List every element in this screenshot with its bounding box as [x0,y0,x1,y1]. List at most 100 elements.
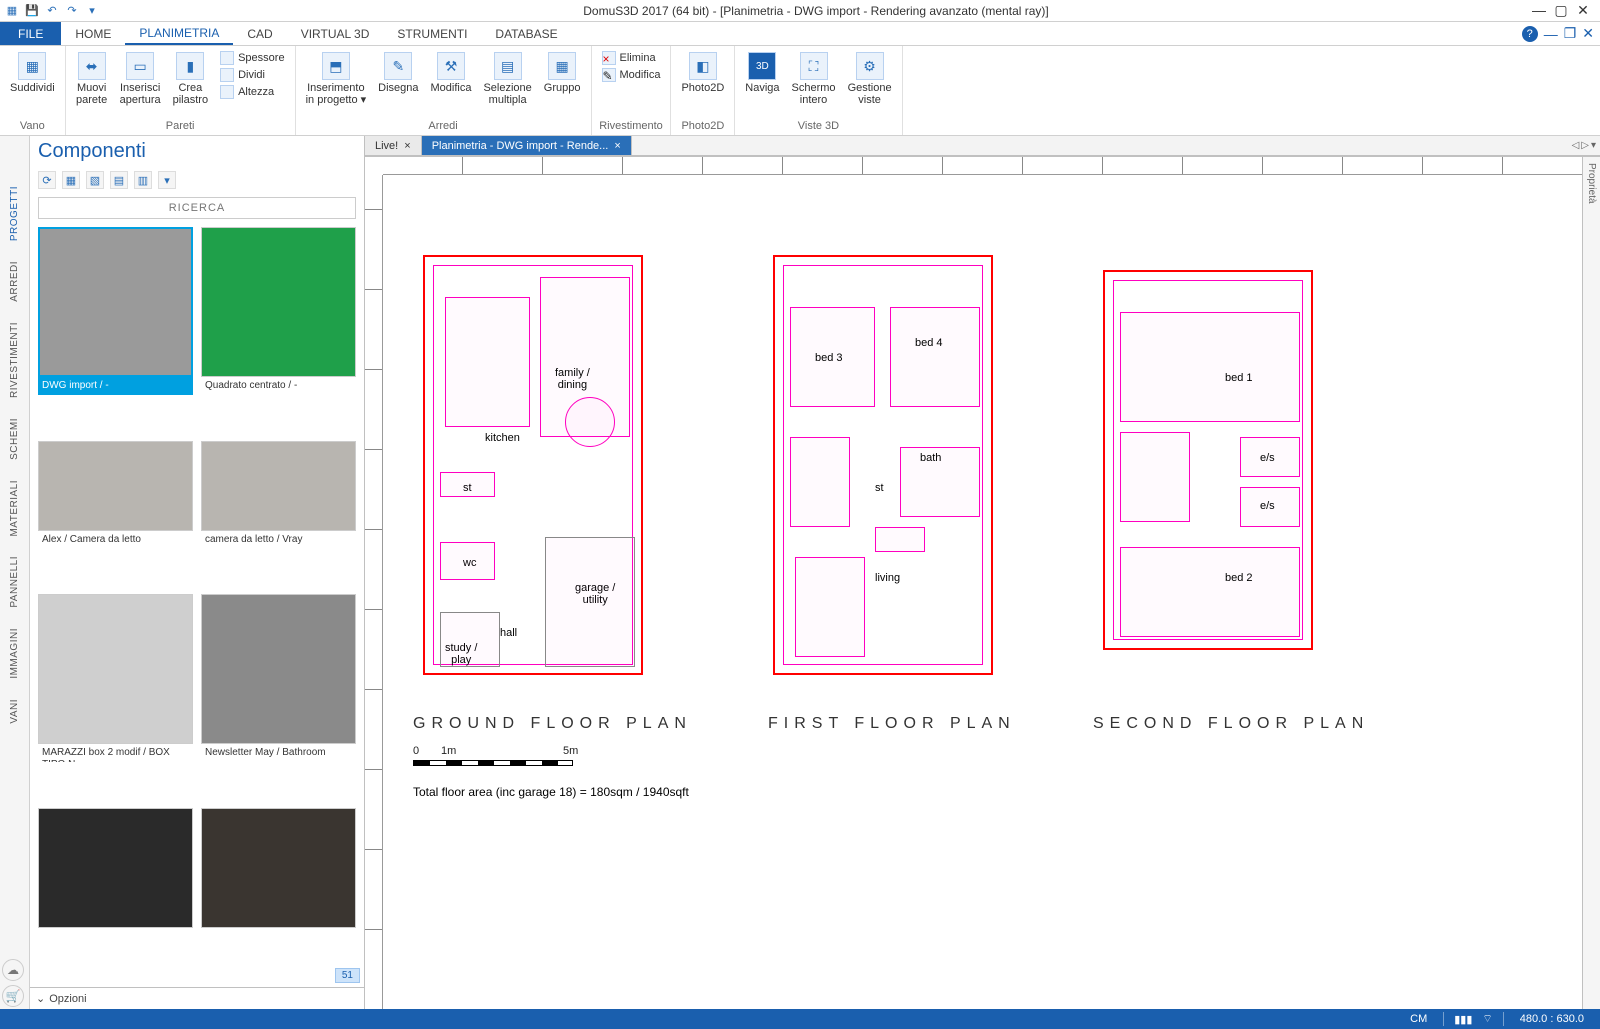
room-label: st [875,482,884,494]
ground-floor-plan[interactable]: kitchen family / dining st wc hall study… [423,255,643,675]
ct-icon-3[interactable]: ▧ [86,171,104,189]
sidebar-tab-immagini[interactable]: IMMAGINI [9,618,20,689]
mdi-close-icon[interactable]: ✕ [1582,25,1594,42]
status-unit[interactable]: CM [1404,1013,1433,1025]
close-icon[interactable]: × [404,140,410,152]
sidebar-tab-pannelli[interactable]: PANNELLI [9,546,20,618]
tab-database[interactable]: DATABASE [481,22,571,45]
ribbon-group-viste3d: 3DNaviga ⛶Schermo intero ⚙Gestione viste… [735,46,902,135]
spessore-button[interactable]: Spessore [216,50,288,66]
component-item[interactable]: MARAZZI box 2 modif / BOX TIPO N [38,594,193,800]
naviga-button[interactable]: 3DNaviga [741,50,783,96]
altezza-button[interactable]: Altezza [216,84,288,100]
minimize-button[interactable]: — [1532,2,1546,19]
mdi-restore-icon[interactable]: ❐ [1564,25,1577,42]
scale-label-0: 0 [413,745,419,757]
component-count-badge: 51 [335,968,360,983]
redo-icon[interactable]: ↷ [64,3,80,19]
component-item[interactable]: Alex / Camera da letto [38,441,193,587]
wifi-icon: ⌔ [1482,1012,1492,1026]
modifica-riv-button[interactable]: ✎Modifica [598,67,665,83]
component-item[interactable]: DWG import / - [38,227,193,433]
quick-access-toolbar: ▦ 💾 ↶ ↷ ▾ [4,3,100,19]
tab-menu-icon[interactable]: ▾ [1591,140,1596,151]
sidebar-tab-vani[interactable]: VANI [9,689,20,734]
first-floor-plan[interactable]: bed 3 bed 4 bath st living [773,255,993,675]
battery-icon: ▮▮▮ [1454,1013,1472,1026]
photo2d-button[interactable]: ◧Photo2D [677,50,728,96]
tab-virtual3d[interactable]: VIRTUAL 3D [287,22,384,45]
inserimento-button[interactable]: ⬒Inserimento in progetto ▾ [302,50,371,108]
room-label: bath [920,452,941,464]
inserisci-apertura-button[interactable]: ▭Inserisci apertura [116,50,165,108]
right-strip-label: Proprietà [1586,163,1597,204]
ribbon: ▦Suddividi Vano ⬌Muovi parete ▭Inserisci… [0,46,1600,136]
close-button[interactable]: ✕ [1576,2,1590,19]
sidebar-tab-rivestimenti[interactable]: RIVESTIMENTI [9,312,20,408]
elimina-button[interactable]: ×Elimina [598,50,665,66]
sidebar-tab-schemi[interactable]: SCHEMI [9,408,20,470]
tab-strumenti[interactable]: STRUMENTI [383,22,481,45]
gruppo-button[interactable]: ▦Gruppo [540,50,585,96]
qat-dropdown-icon[interactable]: ▾ [84,3,100,19]
ribbon-group-arredi: ⬒Inserimento in progetto ▾ ✎Disegna ⚒Mod… [296,46,592,135]
opzioni-bar[interactable]: ⌄ Opzioni [30,987,364,1009]
component-item[interactable]: Quadrato centrato / - [201,227,356,433]
ribbon-group-arredi-label: Arredi [302,119,585,133]
room-label: family / dining [555,367,590,391]
crea-pilastro-button[interactable]: ▮Crea pilastro [169,50,212,108]
tab-home[interactable]: HOME [61,22,125,45]
doc-tab-live[interactable]: Live!× [365,136,422,155]
help-icon[interactable]: ? [1522,26,1538,42]
modifica-button[interactable]: ⚒Modifica [427,50,476,96]
search-input[interactable] [38,197,356,219]
cart-icon[interactable]: 🛒 [2,985,24,1007]
components-grid[interactable]: DWG import / - Quadrato centrato / - Ale… [30,223,364,987]
sidebar-tab-arredi[interactable]: ARREDI [9,251,20,312]
doc-tab-planimetria[interactable]: Planimetria - DWG import - Rende...× [422,136,632,155]
close-icon[interactable]: × [614,140,620,152]
title-bar: ▦ 💾 ↶ ↷ ▾ DomuS3D 2017 (64 bit) - [Plani… [0,0,1600,22]
floor-title: GROUND FLOOR PLAN [413,715,692,733]
ruler-horizontal [383,157,1600,175]
dividi-button[interactable]: Dividi [216,67,288,83]
maximize-button[interactable]: ▢ [1554,2,1568,19]
mdi-minimize-icon[interactable]: — [1544,26,1558,42]
room-label: hall [500,627,517,639]
ct-icon-5[interactable]: ▥ [134,171,152,189]
status-bar: CM ▮▮▮ ⌔ 480.0 : 630.0 [0,1009,1600,1029]
component-item[interactable] [38,808,193,984]
selezione-multipla-button[interactable]: ▤Selezione multipla [479,50,535,108]
save-icon[interactable]: 💾 [24,3,40,19]
component-item[interactable]: camera da letto / Vray [201,441,356,587]
app-icon[interactable]: ▦ [4,3,20,19]
tab-prev-icon[interactable]: ◁ [1572,140,1580,151]
second-floor-plan[interactable]: bed 1 e/s e/s bed 2 [1103,270,1313,650]
disegna-button[interactable]: ✎Disegna [374,50,422,96]
right-properties-strip[interactable]: Proprietà [1582,157,1600,1009]
document-tabs: Live!× Planimetria - DWG import - Rende.… [365,136,1600,156]
drawing-canvas[interactable]: kitchen family / dining st wc hall study… [365,156,1600,1009]
component-item[interactable] [201,808,356,984]
undo-icon[interactable]: ↶ [44,3,60,19]
refresh-icon[interactable]: ⟳ [38,171,56,189]
cloud-icon[interactable]: ☁ [2,959,24,981]
room-label: e/s [1260,452,1275,464]
component-item[interactable]: Newsletter May / Bathroom [201,594,356,800]
ct-icon-4[interactable]: ▤ [110,171,128,189]
suddividi-button[interactable]: ▦Suddividi [6,50,59,96]
sidebar-tab-materiali[interactable]: MATERIALI [9,470,20,547]
tab-cad[interactable]: CAD [233,22,286,45]
ct-icon-2[interactable]: ▦ [62,171,80,189]
scale-bar [413,760,573,766]
schermo-intero-button[interactable]: ⛶Schermo intero [788,50,840,108]
ribbon-group-pareti: ⬌Muovi parete ▭Inserisci apertura ▮Crea … [66,46,296,135]
muovi-parete-button[interactable]: ⬌Muovi parete [72,50,112,108]
sidebar-tab-progetti[interactable]: PROGETTI [9,176,20,251]
tab-planimetria[interactable]: PLANIMETRIA [125,22,233,45]
tab-file[interactable]: FILE [0,22,61,45]
ct-icon-6[interactable]: ▾ [158,171,176,189]
room-label: bed 4 [915,337,943,349]
gestione-viste-button[interactable]: ⚙Gestione viste [844,50,896,108]
tab-next-icon[interactable]: ▷ [1581,140,1589,151]
